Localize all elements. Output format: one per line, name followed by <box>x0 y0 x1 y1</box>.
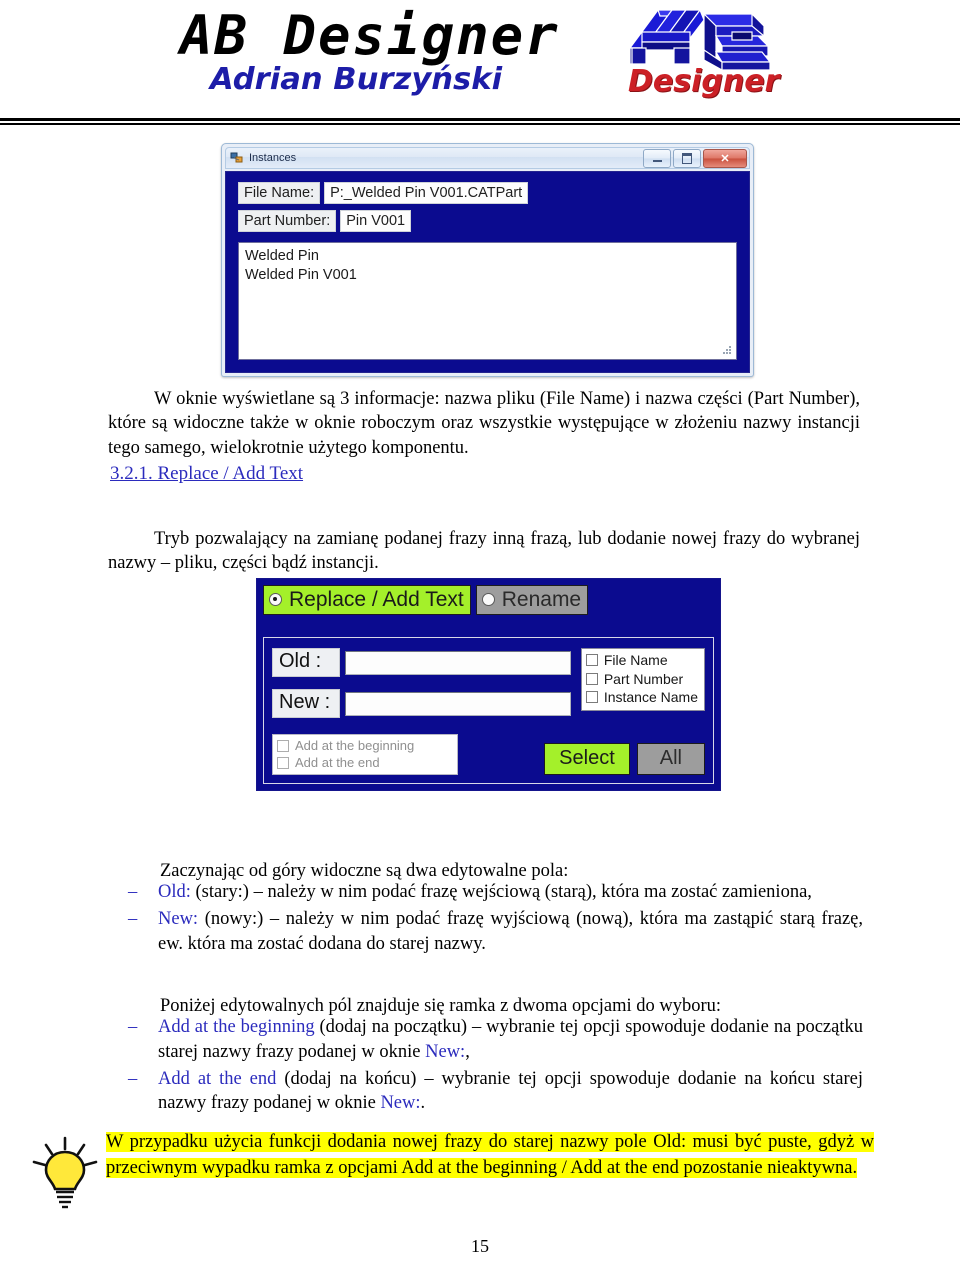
checkbox-icon <box>277 756 289 769</box>
bullet-text-old: (stary:) – należy w nim podać frazę wejś… <box>190 882 812 902</box>
instances-body: File Name: P:_Welded Pin V001.CATPart Pa… <box>225 171 750 374</box>
checkbox-part-number[interactable]: Part Number <box>585 670 698 688</box>
instances-window[interactable]: Instances ✕ File Name: P:_Welded Pin V00… <box>221 143 754 378</box>
instances-listbox[interactable]: Welded Pin Welded Pin V001 <box>238 242 737 361</box>
checkbox-add-at-beginning-label: Add at the beginning <box>295 738 415 754</box>
instances-titlebar[interactable]: Instances ✕ <box>225 147 750 169</box>
mode-rename[interactable]: Rename <box>475 585 589 616</box>
bullet-ref-new-1: New: <box>425 1041 466 1062</box>
mode-rename-label: Rename <box>501 588 582 611</box>
checkbox-instance-name-label: Instance Name <box>603 689 698 706</box>
mode-replace-add-text[interactable]: Replace / Add Text <box>263 585 471 616</box>
bullet-dash: – <box>128 1068 138 1089</box>
replace-add-text-window[interactable]: Replace / Add Text Rename Old : New : Fi… <box>256 578 721 792</box>
checkbox-part-number-label: Part Number <box>603 670 684 687</box>
checkbox-icon <box>277 739 289 752</box>
checkbox-file-name-label: File Name <box>603 652 668 669</box>
list-item[interactable]: Welded Pin V001 <box>245 266 730 285</box>
lightbulb-icon <box>24 1132 106 1214</box>
minimize-button[interactable] <box>643 148 671 168</box>
target-checkbox-group[interactable]: File Name Part Number Instance Name <box>580 648 705 711</box>
checkbox-icon[interactable] <box>585 691 598 704</box>
bullet-ref-new-2: New: <box>380 1093 421 1114</box>
brand-title: AB Designer <box>180 4 560 67</box>
note-highlight: W przypadku użycia funkcji dodania nowej… <box>106 1132 874 1178</box>
input-column: Old : New : <box>272 648 571 730</box>
checkbox-add-at-end: Add at the end <box>277 754 449 771</box>
file-name-label: File Name: <box>238 182 321 205</box>
bullet-term-old: Old: <box>158 882 191 902</box>
bullet-tail-2: . <box>420 1093 426 1114</box>
checkbox-add-at-end-label: Add at the end <box>295 755 380 771</box>
replace-panel: Old : New : File Name Part Number Instan… <box>263 637 714 785</box>
bullet-list-fields: – Old: (stary:) – należy w nim podać fra… <box>128 880 863 958</box>
part-number-label: Part Number: <box>238 210 337 233</box>
close-button[interactable]: ✕ <box>703 148 747 168</box>
all-button[interactable]: All <box>636 743 705 776</box>
checkbox-add-at-beginning: Add at the beginning <box>277 737 449 754</box>
radio-unselected-icon[interactable] <box>481 593 495 607</box>
mode-selector[interactable]: Replace / Add Text Rename <box>263 585 714 616</box>
instances-title: Instances <box>249 152 297 164</box>
resize-grip-icon[interactable] <box>720 344 732 356</box>
file-name-row: File Name: P:_Welded Pin V001.CATPart <box>238 182 737 205</box>
new-input[interactable] <box>345 691 571 716</box>
bullet-text-new: (nowy:) – należy w nim podać frazę wyjśc… <box>158 908 863 954</box>
bullet-list-options: – Add at the beginning (dodaj na początk… <box>128 1015 863 1118</box>
part-number-value: Pin V001 <box>340 210 412 233</box>
note-callout: W przypadku użycia funkcji dodania nowej… <box>24 1128 874 1214</box>
list-item: – Old: (stary:) – należy w nim podać fra… <box>128 880 863 905</box>
checkbox-icon[interactable] <box>585 654 598 667</box>
page-header: AB Designer Adrian Burzyński Designer <box>0 0 960 125</box>
bullet-dash: – <box>128 882 138 902</box>
bullet-term-add-beginning: Add at the beginning <box>158 1017 315 1037</box>
new-label: New : <box>272 689 340 719</box>
page-number: 15 <box>471 1236 489 1256</box>
bullet-term-add-end: Add at the end <box>158 1068 277 1089</box>
bullet-dash: – <box>128 908 138 929</box>
old-label: Old : <box>272 648 340 678</box>
bullet-dash: – <box>128 1017 138 1037</box>
ab-designer-logo: Designer <box>612 2 812 110</box>
part-number-row: Part Number: Pin V001 <box>238 210 737 233</box>
window-controls[interactable]: ✕ <box>643 148 747 168</box>
logo-designer-text: Designer <box>628 64 780 99</box>
checkbox-file-name[interactable]: File Name <box>585 651 698 669</box>
new-field-row: New : <box>272 689 571 719</box>
old-input[interactable] <box>345 650 571 675</box>
bullet-tail-1: , <box>465 1041 470 1062</box>
add-position-group: Add at the beginning Add at the end <box>272 734 458 776</box>
action-buttons: Select All <box>458 743 705 776</box>
list-item: – Add at the beginning (dodaj na początk… <box>128 1015 863 1065</box>
mode-replace-add-text-label: Replace / Add Text <box>289 588 464 611</box>
paragraph-mode-description: Tryb pozwalający na zamianę podanej fraz… <box>108 528 860 574</box>
header-divider <box>0 118 960 125</box>
checkbox-instance-name[interactable]: Instance Name <box>585 688 698 706</box>
list-item[interactable]: Welded Pin <box>245 247 730 266</box>
brand-subtitle: Adrian Burzyński <box>210 62 503 97</box>
application-icon <box>230 151 244 165</box>
radio-selected-icon[interactable] <box>269 593 282 607</box>
select-button[interactable]: Select <box>544 743 630 776</box>
file-name-value: P:_Welded Pin V001.CATPart <box>324 182 529 205</box>
list-item: – New: (nowy:) – należy w nim podać fraz… <box>128 907 863 957</box>
note-text: W przypadku użycia funkcji dodania nowej… <box>106 1128 874 1181</box>
list-item: – Add at the end (dodaj na końcu) – wybr… <box>128 1067 863 1117</box>
checkbox-icon[interactable] <box>585 672 598 685</box>
old-field-row: Old : <box>272 648 571 678</box>
bullet-term-new: New: <box>158 908 199 929</box>
section-heading: 3.2.1. Replace / Add Text <box>110 463 304 484</box>
maximize-button[interactable] <box>673 148 701 168</box>
paragraph-intro: W oknie wyświetlane są 3 informacje: naz… <box>108 388 860 459</box>
